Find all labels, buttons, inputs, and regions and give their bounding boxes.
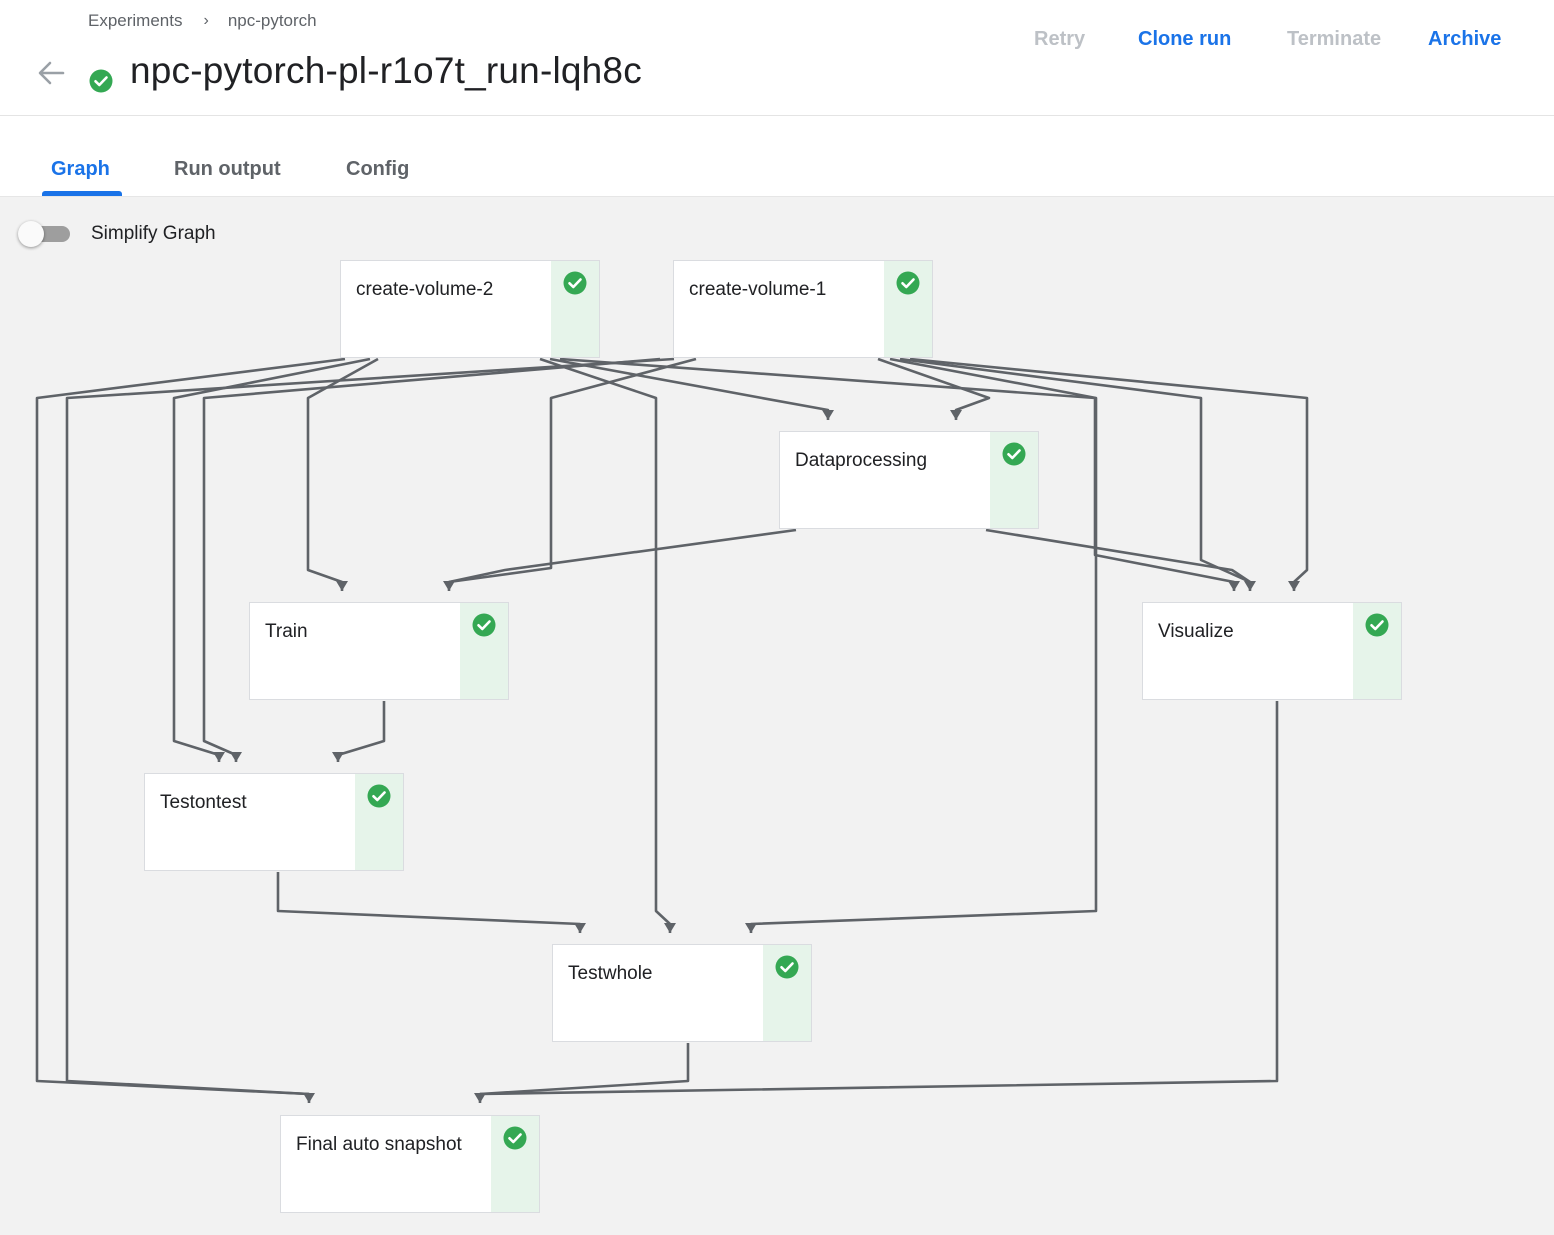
node-label: Testontest — [160, 792, 247, 813]
graph-canvas: Simplify Graph create-volume-2 create-vo… — [0, 197, 1554, 1235]
node-status — [460, 603, 508, 699]
node-status — [884, 261, 932, 357]
node-create-volume-2[interactable]: create-volume-2 — [340, 260, 600, 358]
node-visualize[interactable]: Visualize — [1142, 602, 1402, 700]
run-header: Experiments › npc-pytorch npc-pytorch-pl… — [0, 0, 1554, 116]
node-status — [551, 261, 599, 357]
tab-bar: Graph Run output Config — [0, 116, 1554, 197]
node-create-volume-1[interactable]: create-volume-1 — [673, 260, 933, 358]
node-label: Visualize — [1158, 621, 1234, 642]
edge-cv1-testontest-b — [202, 357, 661, 762]
node-testontest[interactable]: Testontest — [144, 773, 404, 871]
edge-train-testontest — [332, 701, 386, 762]
success-check-icon — [1365, 613, 1389, 637]
page-title: npc-pytorch-pl-r1o7t_run-lqh8c — [130, 50, 642, 91]
edge-cv2-train — [306, 357, 379, 591]
node-label: create-volume-1 — [689, 279, 827, 300]
archive-button[interactable]: Archive — [1428, 28, 1501, 51]
tab-graph[interactable]: Graph — [51, 158, 110, 181]
breadcrumb-experiment-name[interactable]: npc-pytorch — [228, 11, 317, 31]
success-check-icon — [775, 955, 799, 979]
node-label: Train — [265, 621, 308, 642]
retry-button[interactable]: Retry — [1034, 28, 1085, 51]
success-check-icon — [563, 271, 587, 295]
node-status — [491, 1116, 539, 1212]
back-arrow-icon[interactable] — [36, 58, 66, 88]
success-check-icon — [1002, 442, 1026, 466]
node-dataprocessing[interactable]: Dataprocessing — [779, 431, 1039, 529]
success-check-icon — [472, 613, 496, 637]
node-status — [355, 774, 403, 870]
tab-config[interactable]: Config — [346, 158, 409, 181]
node-testwhole[interactable]: Testwhole — [552, 944, 812, 1042]
node-label: Testwhole — [568, 963, 653, 984]
edge-dataprocessing-visualize — [985, 528, 1251, 584]
tab-run-output[interactable]: Run output — [174, 158, 281, 181]
node-label: create-volume-2 — [356, 279, 494, 300]
node-status — [990, 432, 1038, 528]
clone-run-button[interactable]: Clone run — [1138, 28, 1231, 51]
node-train[interactable]: Train — [249, 602, 509, 700]
edge-cv1-train — [443, 357, 697, 591]
active-tab-indicator — [42, 191, 122, 196]
breadcrumb-experiments[interactable]: Experiments — [88, 11, 182, 31]
run-status-success-icon — [89, 69, 113, 93]
terminate-button[interactable]: Terminate — [1287, 28, 1381, 51]
success-check-icon — [367, 784, 391, 808]
node-label: Final auto snapshot — [296, 1134, 462, 1155]
node-status — [763, 945, 811, 1041]
edge-cv2-testwhole — [539, 357, 676, 933]
node-status — [1353, 603, 1401, 699]
breadcrumb: Experiments › npc-pytorch — [88, 11, 317, 31]
success-check-icon — [503, 1126, 527, 1150]
edge-cv2-final — [35, 357, 346, 1103]
success-check-icon — [896, 271, 920, 295]
node-label: Dataprocessing — [795, 450, 928, 471]
node-final-auto-snapshot[interactable]: Final auto snapshot — [280, 1115, 540, 1213]
edge-testontest-testwhole — [276, 872, 586, 933]
breadcrumb-separator: › — [203, 12, 209, 29]
